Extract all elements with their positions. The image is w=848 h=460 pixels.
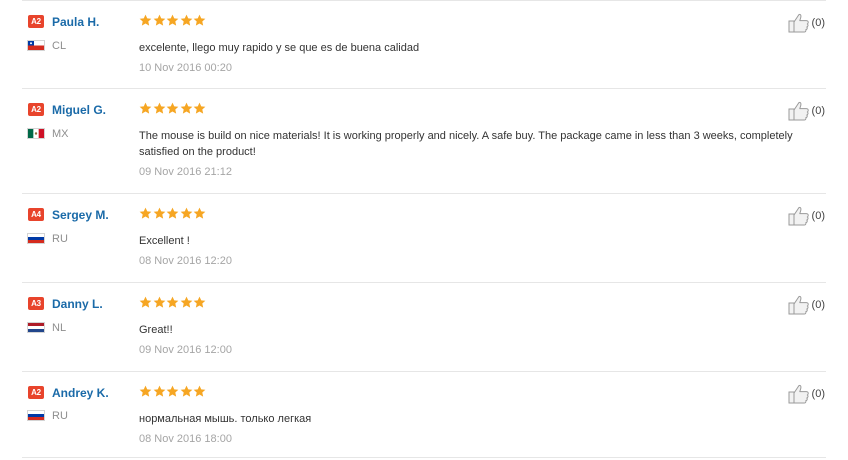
- thumbs-up-icon[interactable]: [788, 384, 810, 404]
- star-icon: [166, 207, 179, 220]
- review-text: The mouse is build on nice materials! It…: [139, 130, 793, 158]
- review-item: A2 Paula H. CL excelente, llego muy rapi…: [22, 0, 826, 89]
- star-icon: [139, 385, 152, 398]
- star-icon: [193, 296, 206, 309]
- review-text: Excellent !: [139, 235, 190, 247]
- star-icon: [139, 296, 152, 309]
- star-icon: [153, 385, 166, 398]
- helpful-count: (0): [811, 388, 825, 400]
- review-text: excelente, llego muy rapido y se que es …: [139, 42, 420, 54]
- thumbs-up-icon[interactable]: [788, 13, 810, 33]
- helpful-count: (0): [811, 299, 825, 311]
- review-list: A2 Paula H. CL excelente, llego muy rapi…: [22, 0, 826, 458]
- star-icon: [193, 14, 206, 27]
- star-icon: [180, 207, 193, 220]
- review-text: Great!!: [139, 324, 173, 336]
- review-date: 08 Nov 2016 18:00: [139, 433, 232, 445]
- star-icon: [166, 296, 179, 309]
- star-icon: [166, 102, 179, 115]
- helpful-count: (0): [811, 105, 825, 117]
- star-rating: [139, 385, 207, 399]
- star-icon: [180, 296, 193, 309]
- thumbs-up-icon[interactable]: [788, 295, 810, 315]
- star-icon: [180, 14, 193, 27]
- reviewer-name[interactable]: Andrey K.: [52, 386, 109, 400]
- reviewer-name[interactable]: Danny L.: [52, 297, 103, 311]
- buyer-level-badge: A4: [28, 208, 44, 221]
- star-icon: [139, 102, 152, 115]
- star-rating: [139, 102, 207, 116]
- star-icon: [153, 296, 166, 309]
- star-icon: [180, 102, 193, 115]
- helpful-vote[interactable]: (0): [788, 384, 825, 404]
- review-date: 09 Nov 2016 21:12: [139, 166, 232, 178]
- helpful-count: (0): [811, 17, 825, 29]
- netherlands-flag-icon: [27, 322, 45, 333]
- country-code: NL: [52, 322, 67, 334]
- star-icon: [193, 102, 206, 115]
- helpful-vote[interactable]: (0): [788, 206, 825, 226]
- country-code: RU: [52, 410, 68, 422]
- star-icon: [139, 14, 152, 27]
- star-icon: [193, 385, 206, 398]
- star-icon: [193, 207, 206, 220]
- star-icon: [180, 385, 193, 398]
- review-item: A2 Miguel G. MX The mouse is build on ni…: [22, 89, 826, 194]
- buyer-level-badge: A2: [28, 103, 44, 116]
- review-date: 09 Nov 2016 12:00: [139, 344, 232, 356]
- star-icon: [153, 207, 166, 220]
- star-icon: [153, 102, 166, 115]
- star-icon: [166, 14, 179, 27]
- buyer-level-badge: A3: [28, 297, 44, 310]
- reviewer-name[interactable]: Miguel G.: [52, 103, 106, 117]
- reviewer-name[interactable]: Paula H.: [52, 15, 99, 29]
- star-rating: [139, 296, 207, 310]
- buyer-level-badge: A2: [28, 386, 44, 399]
- russia-flag-icon: [27, 233, 45, 244]
- country-code: RU: [52, 233, 68, 245]
- helpful-count: (0): [811, 210, 825, 222]
- reviewer-name[interactable]: Sergey M.: [52, 208, 109, 222]
- thumbs-up-icon[interactable]: [788, 101, 810, 121]
- review-date: 10 Nov 2016 00:20: [139, 62, 232, 74]
- buyer-level-badge: A2: [28, 15, 44, 28]
- star-rating: [139, 207, 207, 221]
- chile-flag-icon: [27, 40, 45, 51]
- star-icon: [139, 207, 152, 220]
- russia-flag-icon: [27, 410, 45, 421]
- helpful-vote[interactable]: (0): [788, 13, 825, 33]
- review-text: нормальная мышь. только легкая: [139, 413, 312, 425]
- country-code: CL: [52, 40, 67, 52]
- review-item: A3 Danny L. NL Great!! 09 Nov 2016 12:00…: [22, 283, 826, 372]
- star-rating: [139, 14, 207, 28]
- review-date: 08 Nov 2016 12:20: [139, 255, 232, 267]
- review-item: A4 Sergey M. RU Excellent ! 08 Nov 2016 …: [22, 194, 826, 283]
- country-code: MX: [52, 128, 69, 140]
- helpful-vote[interactable]: (0): [788, 295, 825, 315]
- thumbs-up-icon[interactable]: [788, 206, 810, 226]
- star-icon: [153, 14, 166, 27]
- star-icon: [166, 385, 179, 398]
- review-item: A2 Andrey K. RU нормальная мышь. только …: [22, 372, 826, 458]
- helpful-vote[interactable]: (0): [788, 101, 825, 121]
- mexico-flag-icon: [27, 128, 45, 139]
